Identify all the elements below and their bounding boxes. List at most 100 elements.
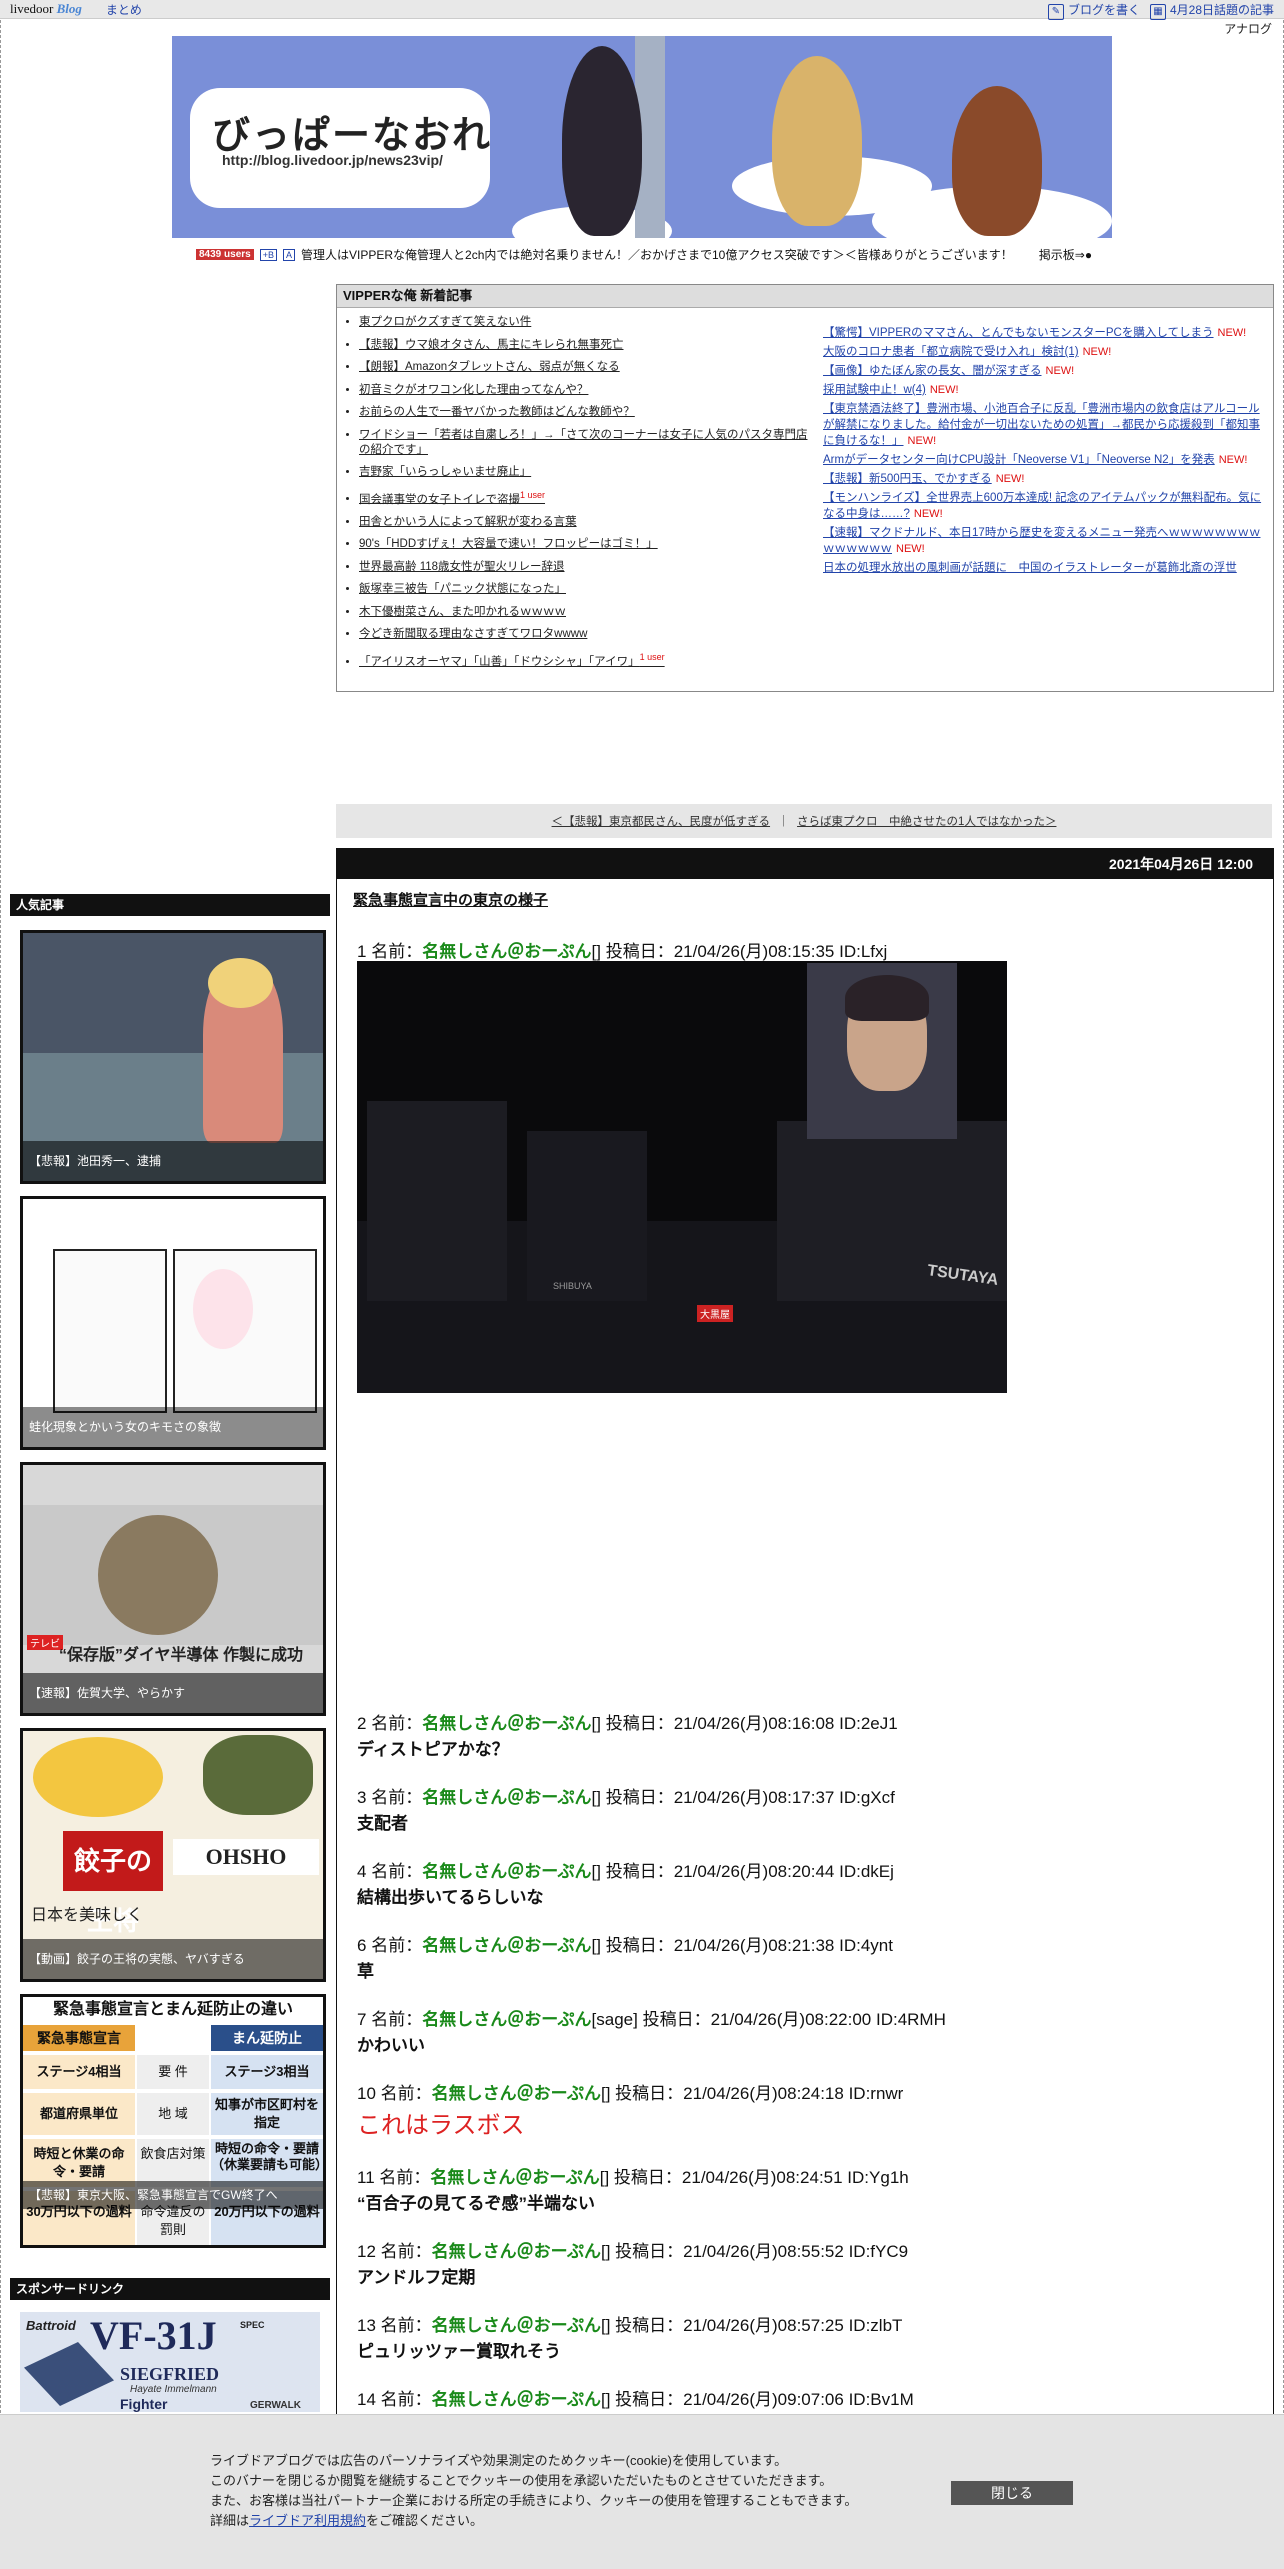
new-badge: NEW! — [896, 543, 925, 555]
new-article-link[interactable]: 東プクロがクズすぎて笑えない件 — [359, 315, 815, 330]
new-article-title: 世界最高齢 118歳女性が聖火リレー辞退 — [359, 560, 565, 573]
popular-heading: 人気記事 — [10, 894, 330, 916]
related-article-link[interactable]: 日本の処理水放出の風刺画が話題に 中国のイラストレーターが葛飾北斎の浮世 — [823, 560, 1263, 576]
post-header: 3 名前：名無しさん＠おーぷん[] 投稿日：21/04/26(月)08:17:3… — [357, 1783, 895, 1808]
post-name-label: 名前： — [371, 1936, 423, 1955]
post-number[interactable]: 14 — [357, 2390, 376, 2409]
new-article-link[interactable]: 「アイリスオーヤマ」「山善」「ドウシシャ」「アイワ」1 user — [359, 650, 815, 670]
popular-card[interactable]: テレビ “保存版”ダイヤ半導体 作製に成功 【速報】佐賀大学、やらかす — [20, 1462, 326, 1716]
post-number[interactable]: 7 — [357, 2010, 366, 2029]
post-body: これはラスボス — [357, 2112, 525, 2139]
new-badge: NEW! — [929, 384, 959, 396]
character-illustration — [772, 56, 862, 226]
write-blog-label: ブログを書く — [1067, 3, 1140, 17]
new-article-link[interactable]: ワイドショー「若者は自粛しろ！」→「さて次のコーナーは女子に人気のパスタ専門店の… — [359, 428, 815, 458]
new-article-title: 「アイリスオーヤマ」「山善」「ドウシシャ」「アイワ」 — [359, 655, 640, 668]
post-number[interactable]: 1 — [357, 942, 366, 961]
article-title[interactable]: 緊急事態宣言中の東京の様子 — [353, 889, 548, 910]
new-article-link[interactable]: 木下優樹菜さん、また叩かれるｗｗｗｗ — [359, 605, 815, 620]
post-number[interactable]: 12 — [357, 2242, 376, 2261]
board-link[interactable]: 掲示板⇒● — [1039, 246, 1092, 263]
analog-label: アナログ — [1224, 22, 1272, 36]
table-cell: 飲食店対策 — [137, 2139, 209, 2187]
post-date: 投稿日：21/04/26(月)08:55:52 ID:fYC9 — [615, 2242, 909, 2261]
new-article-link[interactable]: お前らの人生で一番ヤバかった教師はどんな教師や？ — [359, 405, 815, 420]
poster-mail: [sage] — [591, 2010, 638, 2029]
post-header: 4 名前：名無しさん＠おーぷん[] 投稿日：21/04/26(月)08:20:4… — [357, 1857, 894, 1882]
related-article-link[interactable]: 【速報】マクドナルド、本日17時から歴史を変えるメニュー発売へｗｗｗｗｗｗｗｗｗ… — [823, 525, 1263, 557]
popular-card[interactable]: 餃子の王将 OHSHO 日本を美味しく 【動画】餃子の王将の実態、ヤバすぎる — [20, 1728, 326, 1982]
post-name-label: 名前： — [371, 2010, 423, 2029]
cookie-close-button[interactable]: 閉じる — [951, 2481, 1073, 2505]
new-article-title: 初音ミクがオワコン化した理由ってなんや？ — [359, 383, 589, 396]
popular-card[interactable]: 緊急事態宣言とまん延防止の違い 緊急事態宣言 まん延防止 ステージ4相当 要 件… — [20, 1994, 326, 2248]
new-badge: NEW! — [1218, 454, 1248, 466]
sponsor-type: Fighter — [120, 2396, 168, 2412]
users-badge[interactable]: 8439 users — [196, 249, 254, 260]
ohsho-logo: 餃子の王将 — [63, 1831, 163, 1936]
manga-panel — [53, 1249, 167, 1413]
post-number[interactable]: 11 — [357, 2168, 375, 2187]
new-article-link[interactable]: 吉野家「いらっしゃいませ廃止」 — [359, 465, 815, 480]
new-article-link[interactable]: 【悲報】ウマ娘オタさん、馬主にキレられ無事死亡 — [359, 338, 815, 353]
sponsor-ad[interactable]: Battroid VF-31J SPEC SIEGFRIED Hayate Im… — [20, 2312, 320, 2412]
table-title: 緊急事態宣言とまん延防止の違い — [52, 2001, 293, 2018]
post-name-label: 名前： — [379, 2168, 431, 2187]
related-article-link[interactable]: 【画像】ゆたぼん家の長女、闇が深すぎる NEW! — [823, 363, 1263, 379]
poster-mail: [] — [591, 1714, 601, 1733]
livedoor-logo[interactable]: livedoor Blog — [10, 1, 82, 17]
new-article-title: ワイドショー「若者は自粛しろ！」→「さて次のコーナーは女子に人気のパスタ専門店の… — [359, 428, 808, 456]
matome-link[interactable]: まとめ — [106, 1, 142, 18]
related-article-link[interactable]: 【驚愕】VIPPERのママさん、とんでもないモンスターPCを購入してしまう NEW… — [823, 325, 1263, 341]
blog-banner[interactable]: びっぱーなおれ http://blog.livedoor.jp/news23vi… — [172, 36, 1112, 238]
new-article-link[interactable]: 【朗報】Amazonタブレットさん、弱点が無くなる — [359, 360, 815, 375]
user-count-badge[interactable]: 1 user — [640, 652, 665, 662]
post-name-label: 名前： — [371, 1788, 423, 1807]
popular-today-link[interactable]: ▦ 4月28日話題の記事 — [1149, 1, 1274, 20]
post-number[interactable]: 3 — [357, 1788, 366, 1807]
post-number[interactable]: 6 — [357, 1936, 366, 1955]
popular-card[interactable]: 蛙化現象とかいう女のキモさの象徴 — [20, 1196, 326, 1450]
post-body: ディストピアかな？ — [357, 1740, 509, 1759]
new-article-link[interactable]: 国会議事堂の女子トイレで盗撮1 user — [359, 488, 815, 508]
building-shape — [527, 1131, 647, 1301]
speech-bubble — [193, 1269, 253, 1349]
character-illustration — [562, 46, 642, 236]
related-article-link[interactable]: 【東京禁酒法終了】豊洲市場、小池百合子に反乱「豊洲市場内の飲食店はアルコールが解… — [823, 401, 1263, 449]
poster-name: 名無しさん＠おーぷん — [431, 2242, 601, 2261]
write-blog-link[interactable]: ✎ ブログを書く — [1047, 1, 1140, 20]
prev-article-link[interactable]: ＜【悲報】東京都民さん、民度が低すぎる — [552, 813, 771, 829]
hatena-icon[interactable]: +B — [259, 248, 277, 261]
related-article-link[interactable]: Armがデータセンター向けCPU設計「Neoverse V1」「Neoverse… — [823, 452, 1263, 468]
new-article-link[interactable]: 世界最高齢 118歳女性が聖火リレー辞退 — [359, 560, 815, 575]
related-article-link[interactable]: 【悲報】新500円玉、でかすぎる NEW! — [823, 471, 1263, 487]
a-icon[interactable]: A — [282, 248, 295, 261]
new-badge: NEW! — [1045, 365, 1075, 377]
article-photo[interactable]: TSUTAYA 大黒屋 SHIBUYA — [357, 961, 1007, 1393]
post-number[interactable]: 10 — [357, 2084, 376, 2103]
new-article-link[interactable]: 90's「HDDすげぇ！大容量で速い！フロッピーはゴミ！」 — [359, 537, 815, 552]
omurice-image — [33, 1737, 163, 1817]
ohsho-tagline: 日本を美味しく — [31, 1907, 144, 1924]
post-date: 投稿日：21/04/26(月)08:15:35 ID:Lfxj — [605, 942, 888, 961]
post-number[interactable]: 13 — [357, 2316, 376, 2335]
post-number[interactable]: 4 — [357, 1862, 366, 1881]
separator: | — [782, 815, 786, 827]
related-article-link[interactable]: 【モンハンライズ】全世界売上600万本達成! 記念のアイテムパックが無料配布。気… — [823, 490, 1263, 522]
post-header: 14 名前：名無しさん＠おーぷん[] 投稿日：21/04/26(月)09:07:… — [357, 2385, 914, 2410]
new-article-link[interactable]: 飯塚幸三被告「パニック状態になった」 — [359, 582, 815, 597]
new-article-link[interactable]: 田舎とかいう人によって解釈が変わる言葉 — [359, 515, 815, 530]
poster-name: 名無しさん＠おーぷん — [422, 1862, 592, 1881]
user-count-badge[interactable]: 1 user — [520, 490, 545, 500]
new-article-link[interactable]: 初音ミクがオワコン化した理由ってなんや？ — [359, 383, 815, 398]
related-article-title: Armがデータセンター向けCPU設計「Neoverse V1」「Neoverse… — [823, 454, 1215, 466]
table-cell: 都道府県単位 — [23, 2093, 135, 2135]
post-number[interactable]: 2 — [357, 1714, 366, 1733]
new-article-link[interactable]: 今どき新聞取る理由なさすぎてワロタwwww — [359, 627, 815, 642]
popular-card[interactable]: 【悲報】池田秀一、逮捕 — [20, 930, 326, 1184]
terms-link[interactable]: ライブドア利用規約 — [249, 2513, 366, 2528]
related-article-link[interactable]: 採用試験中止！w(4) NEW! — [823, 382, 1263, 398]
banner-title: びっぱーなおれ — [212, 112, 493, 157]
related-article-link[interactable]: 大阪のコロナ患者「都立病院で受け入れ」検討(1) NEW! — [823, 344, 1263, 360]
next-article-link[interactable]: さらば東プクロ 中絶させたの1人ではなかった＞ — [797, 813, 1056, 829]
